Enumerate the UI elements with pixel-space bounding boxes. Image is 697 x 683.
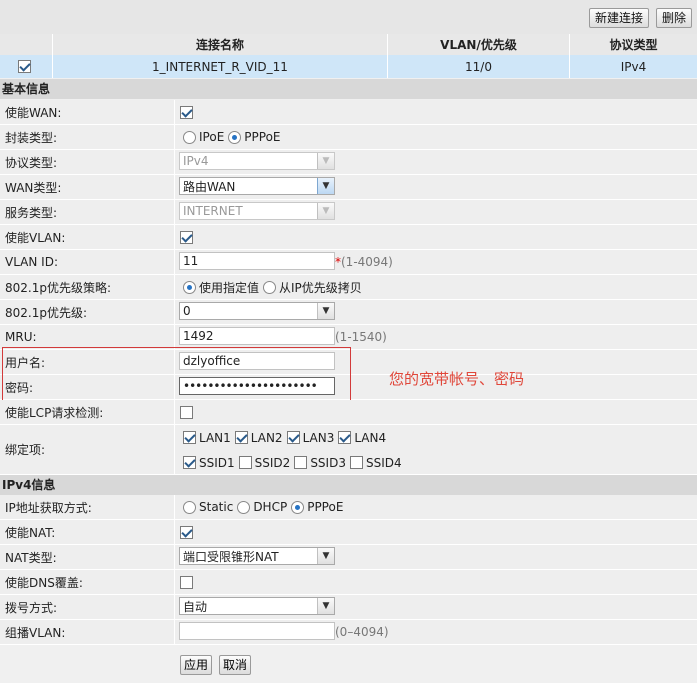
row-protocol: 协议类型: IPv4 ▼ bbox=[0, 150, 697, 175]
wan-type-select[interactable]: 路由WAN ▼ bbox=[179, 177, 335, 195]
bind-lan3-checkbox[interactable] bbox=[286, 431, 300, 444]
bind-ssid2-checkbox[interactable] bbox=[238, 456, 252, 469]
password-input[interactable]: •••••••••••••••••••••• bbox=[179, 377, 335, 395]
row-service-type: 服务类型: INTERNET ▼ bbox=[0, 200, 697, 225]
mru-input[interactable]: 1492 bbox=[179, 327, 335, 345]
row-encap: 封装类型: IPoE PPPoE bbox=[0, 125, 697, 150]
dns-override-checkbox[interactable] bbox=[180, 575, 193, 589]
protocol-select[interactable]: IPv4 ▼ bbox=[179, 152, 335, 170]
enable-vlan-checkbox[interactable] bbox=[180, 230, 193, 244]
credentials-annotation: 您的宽带帐号、密码 bbox=[389, 370, 525, 388]
service-type-select[interactable]: INTERNET ▼ bbox=[179, 202, 335, 220]
row-dns-override: 使能DNS覆盖: bbox=[0, 570, 697, 595]
chevron-down-icon: ▼ bbox=[317, 303, 334, 319]
nat-type-select[interactable]: 端口受限锥形NAT ▼ bbox=[179, 547, 335, 565]
cancel-button[interactable]: 取消 bbox=[219, 655, 252, 675]
row-multicast-vlan: 组播VLAN: (0–4094) bbox=[0, 620, 697, 645]
row-addr-mode: IP地址获取方式: Static DHCP PPPoE bbox=[0, 495, 697, 520]
enable-nat-checkbox[interactable] bbox=[180, 525, 193, 539]
priority-select[interactable]: 0 ▼ bbox=[179, 302, 335, 320]
chevron-down-icon: ▼ bbox=[317, 153, 334, 169]
row-enable-nat: 使能NAT: bbox=[0, 520, 697, 545]
row-vlan-id: VLAN ID: 11 * (1-4094) bbox=[0, 250, 697, 275]
priority-specified-radio[interactable] bbox=[183, 280, 196, 294]
row-nat-type: NAT类型: 端口受限锥形NAT ▼ bbox=[0, 545, 697, 570]
row-mru: MRU: 1492 (1-1540) bbox=[0, 325, 697, 350]
bind-ssid4-checkbox[interactable] bbox=[349, 456, 363, 469]
row-wan-type: WAN类型: 路由WAN ▼ bbox=[0, 175, 697, 200]
header-vlan: VLAN/优先级 bbox=[388, 34, 570, 55]
top-toolbar: 新建连接 删除 bbox=[0, 0, 697, 34]
addr-static-radio[interactable] bbox=[183, 500, 196, 514]
chevron-down-icon: ▼ bbox=[317, 178, 334, 194]
row-password: 密码: •••••••••••••••••••••• bbox=[0, 375, 697, 400]
row-enable-vlan: 使能VLAN: bbox=[0, 225, 697, 250]
enable-wan-checkbox[interactable] bbox=[180, 105, 193, 119]
header-select bbox=[0, 34, 53, 55]
row-priority-policy: 802.1p优先级策略: 使用指定值 从IP优先级拷贝 bbox=[0, 275, 697, 300]
row-select-checkbox[interactable] bbox=[18, 60, 31, 73]
table-row[interactable]: 1_INTERNET_R_VID_11 11/0 IPv4 bbox=[0, 55, 697, 78]
bind-lan2-checkbox[interactable] bbox=[234, 431, 248, 444]
addr-pppoe-radio[interactable] bbox=[291, 500, 305, 514]
header-name: 连接名称 bbox=[53, 34, 388, 55]
header-protocol: 协议类型 bbox=[609, 38, 658, 52]
row-username: 用户名: dzlyoffice bbox=[0, 350, 697, 375]
chevron-down-icon: ▼ bbox=[317, 548, 334, 564]
encap-ipoe-radio[interactable] bbox=[183, 130, 196, 144]
bind-lan1-checkbox[interactable] bbox=[183, 431, 196, 444]
bind-ssid1-checkbox[interactable] bbox=[183, 456, 196, 469]
row-dial-mode: 拨号方式: 自动 ▼ bbox=[0, 595, 697, 620]
chevron-down-icon: ▼ bbox=[317, 203, 334, 219]
section-basic-title: 基本信息 bbox=[0, 79, 697, 99]
row-priority: 802.1p优先级: 0 ▼ bbox=[0, 300, 697, 325]
connection-table-header: 连接名称 VLAN/优先级 协议类型 bbox=[0, 34, 697, 55]
bind-ssid3-checkbox[interactable] bbox=[294, 456, 308, 469]
apply-button[interactable]: 应用 bbox=[180, 655, 213, 675]
chevron-down-icon: ▼ bbox=[317, 598, 334, 614]
section-ipv4-title: IPv4信息 bbox=[0, 475, 697, 495]
dial-mode-select[interactable]: 自动 ▼ bbox=[179, 597, 335, 615]
bind-lan4-checkbox[interactable] bbox=[338, 431, 352, 444]
multicast-vlan-input[interactable] bbox=[179, 622, 335, 640]
row-name: 1_INTERNET_R_VID_11 bbox=[53, 55, 388, 78]
row-lcp: 使能LCP请求检测: bbox=[0, 400, 697, 425]
row-protocol: IPv4 bbox=[620, 59, 647, 74]
row-vlan: 11/0 bbox=[388, 55, 570, 78]
row-binding: 绑定项: LAN1 LAN2 LAN3 LAN4 SSID1 SSID2 SSI… bbox=[0, 425, 697, 475]
encap-pppoe-radio[interactable] bbox=[228, 130, 242, 144]
row-enable-wan: 使能WAN: bbox=[0, 100, 697, 125]
vlan-id-input[interactable]: 11 bbox=[179, 252, 335, 270]
addr-dhcp-radio[interactable] bbox=[237, 500, 251, 514]
priority-copy-radio[interactable] bbox=[263, 280, 277, 294]
lcp-checkbox[interactable] bbox=[180, 405, 193, 419]
delete-button[interactable]: 删除 bbox=[656, 8, 693, 28]
new-connection-button[interactable]: 新建连接 bbox=[589, 8, 650, 28]
username-input[interactable]: dzlyoffice bbox=[179, 352, 335, 370]
